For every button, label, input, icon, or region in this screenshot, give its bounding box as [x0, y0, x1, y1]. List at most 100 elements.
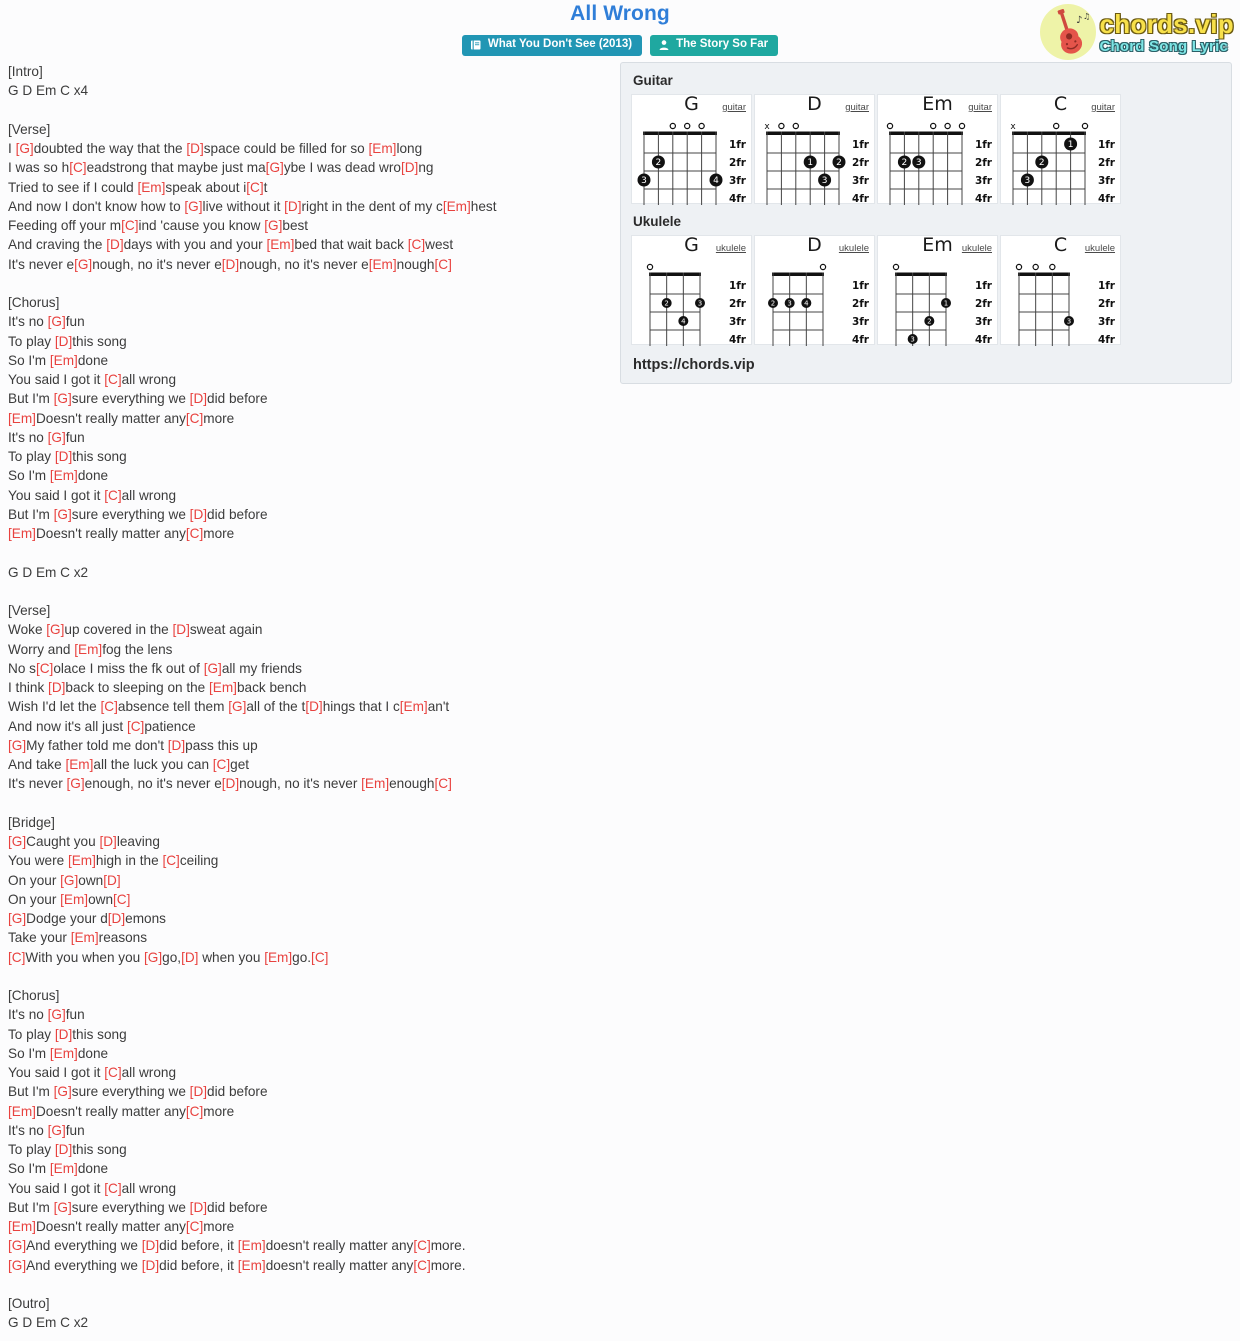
- chord-marker[interactable]: [C]: [186, 1104, 203, 1119]
- chord-marker[interactable]: [D]: [55, 449, 72, 464]
- chord-marker[interactable]: [Em]: [266, 237, 294, 252]
- artist-badge[interactable]: The Story So Far: [650, 35, 779, 56]
- chord-marker[interactable]: [D]: [284, 199, 301, 214]
- chord-marker[interactable]: [G]: [8, 1238, 26, 1253]
- chord-marker[interactable]: [G]: [48, 430, 66, 445]
- chord-marker[interactable]: [Em]: [443, 199, 471, 214]
- chord-marker[interactable]: [Em]: [8, 411, 36, 426]
- chord-marker[interactable]: [G]: [8, 738, 26, 753]
- chord-marker[interactable]: [D]: [48, 680, 65, 695]
- chord-marker[interactable]: [G]: [54, 507, 72, 522]
- chord-marker[interactable]: [D]: [190, 1084, 207, 1099]
- chord-marker[interactable]: [Em]: [8, 1104, 36, 1119]
- chord-marker[interactable]: [G]: [48, 1007, 66, 1022]
- chord-marker[interactable]: [Em]: [369, 257, 397, 272]
- chord-diagram-ukulele-em[interactable]: Em ukulele 1 2 3 1fr 2fr 3fr 4fr: [877, 234, 998, 346]
- chord-marker[interactable]: [G]: [46, 622, 64, 637]
- chord-marker[interactable]: [G]: [16, 141, 34, 156]
- chord-marker[interactable]: [D]: [99, 834, 116, 849]
- chord-marker[interactable]: [Em]: [361, 776, 389, 791]
- chord-marker[interactable]: [Em]: [50, 1161, 78, 1176]
- chord-marker[interactable]: [C]: [213, 757, 230, 772]
- chord-marker[interactable]: [C]: [311, 950, 328, 965]
- chord-diagram-guitar-g[interactable]: Gguitar 2 3 4 1fr 2fr 3fr 4fr: [631, 93, 752, 205]
- chord-marker[interactable]: [G]: [54, 1084, 72, 1099]
- site-logo[interactable]: ♪ ♫ chords.vip Chord Song Lyric: [1039, 4, 1234, 60]
- chord-marker[interactable]: [C]: [69, 160, 86, 175]
- chord-marker[interactable]: [Em]: [238, 1258, 266, 1273]
- chord-marker[interactable]: [Em]: [71, 930, 99, 945]
- chord-marker[interactable]: [C]: [8, 950, 25, 965]
- chord-marker[interactable]: [D]: [142, 1238, 159, 1253]
- chord-diagram-guitar-c[interactable]: Cguitar x 1 2 3 1fr 2fr 3fr 4fr: [1000, 93, 1121, 205]
- chord-marker[interactable]: [Em]: [68, 853, 96, 868]
- chord-marker[interactable]: [D]: [168, 738, 185, 753]
- chord-marker[interactable]: [D]: [190, 507, 207, 522]
- chord-marker[interactable]: [C]: [101, 699, 118, 714]
- chord-marker[interactable]: [C]: [162, 853, 179, 868]
- chord-marker[interactable]: [C]: [186, 1219, 203, 1234]
- chord-marker[interactable]: [C]: [121, 218, 138, 233]
- chord-marker[interactable]: [Em]: [238, 1238, 266, 1253]
- chord-marker[interactable]: [D]: [103, 873, 120, 888]
- chord-marker[interactable]: [D]: [222, 257, 239, 272]
- chord-marker[interactable]: [Em]: [60, 892, 88, 907]
- chord-diagram-ukulele-d[interactable]: Dukulele 2 3 4 1fr 2fr 3fr 4fr: [754, 234, 875, 346]
- chord-marker[interactable]: [Em]: [137, 180, 165, 195]
- chord-marker[interactable]: [G]: [54, 1200, 72, 1215]
- chord-marker[interactable]: [D]: [186, 141, 203, 156]
- chord-marker[interactable]: [G]: [60, 873, 78, 888]
- chord-marker[interactable]: [G]: [54, 391, 72, 406]
- chord-marker[interactable]: [Em]: [264, 950, 292, 965]
- chord-diagram-guitar-em[interactable]: Em guitar 2 3 1fr 2fr 3fr 4fr: [877, 93, 998, 205]
- chord-marker[interactable]: [C]: [104, 1181, 121, 1196]
- chord-marker[interactable]: [G]: [228, 699, 246, 714]
- chord-marker[interactable]: [D]: [181, 950, 198, 965]
- chord-marker[interactable]: [G]: [48, 314, 66, 329]
- chord-marker[interactable]: [C]: [104, 372, 121, 387]
- chord-marker[interactable]: [C]: [246, 180, 263, 195]
- chord-marker[interactable]: [C]: [186, 526, 203, 541]
- chord-marker[interactable]: [D]: [222, 776, 239, 791]
- chord-marker[interactable]: [D]: [108, 911, 125, 926]
- chord-marker[interactable]: [C]: [413, 1238, 430, 1253]
- chord-marker[interactable]: [Em]: [50, 353, 78, 368]
- chord-marker[interactable]: [G]: [264, 218, 282, 233]
- chord-marker[interactable]: [C]: [434, 257, 451, 272]
- chord-marker[interactable]: [D]: [106, 237, 123, 252]
- chord-diagram-ukulele-c[interactable]: Cukulele 3 1fr 2fr 3fr 4fr: [1000, 234, 1121, 346]
- chord-marker[interactable]: [Em]: [50, 468, 78, 483]
- chord-marker[interactable]: [C]: [113, 892, 130, 907]
- chord-marker[interactable]: [G]: [204, 661, 222, 676]
- chord-marker[interactable]: [Em]: [8, 526, 36, 541]
- chord-marker[interactable]: [Em]: [400, 699, 428, 714]
- chord-marker[interactable]: [G]: [184, 199, 202, 214]
- chord-marker[interactable]: [D]: [190, 391, 207, 406]
- chord-marker[interactable]: [C]: [413, 1258, 430, 1273]
- chord-marker[interactable]: [G]: [67, 776, 85, 791]
- chord-marker[interactable]: [D]: [55, 334, 72, 349]
- chord-marker[interactable]: [G]: [8, 911, 26, 926]
- chord-marker[interactable]: [Em]: [8, 1219, 36, 1234]
- chord-marker[interactable]: [D]: [305, 699, 322, 714]
- chord-marker[interactable]: [D]: [173, 622, 190, 637]
- chord-marker[interactable]: [G]: [8, 834, 26, 849]
- chord-marker[interactable]: [C]: [104, 488, 121, 503]
- album-badge[interactable]: What You Don't See (2013): [461, 35, 643, 56]
- chord-marker[interactable]: [C]: [104, 1065, 121, 1080]
- chord-marker[interactable]: [C]: [408, 237, 425, 252]
- chord-marker[interactable]: [D]: [401, 160, 418, 175]
- chord-diagram-ukulele-g[interactable]: Gukulele 2 3 4 1fr 2fr 3fr 4fr: [631, 234, 752, 346]
- chord-marker[interactable]: [C]: [36, 661, 53, 676]
- chord-marker[interactable]: [D]: [142, 1258, 159, 1273]
- chord-marker[interactable]: [D]: [190, 1200, 207, 1215]
- chord-marker[interactable]: [Em]: [50, 1046, 78, 1061]
- chord-marker[interactable]: [Em]: [65, 757, 93, 772]
- chord-marker[interactable]: [D]: [55, 1027, 72, 1042]
- chord-marker[interactable]: [G]: [8, 1258, 26, 1273]
- chord-marker[interactable]: [Em]: [74, 642, 102, 657]
- chord-marker[interactable]: [Em]: [209, 680, 237, 695]
- chord-marker[interactable]: [G]: [48, 1123, 66, 1138]
- chord-marker[interactable]: [G]: [74, 257, 92, 272]
- site-url[interactable]: https://chords.vip: [633, 357, 1221, 373]
